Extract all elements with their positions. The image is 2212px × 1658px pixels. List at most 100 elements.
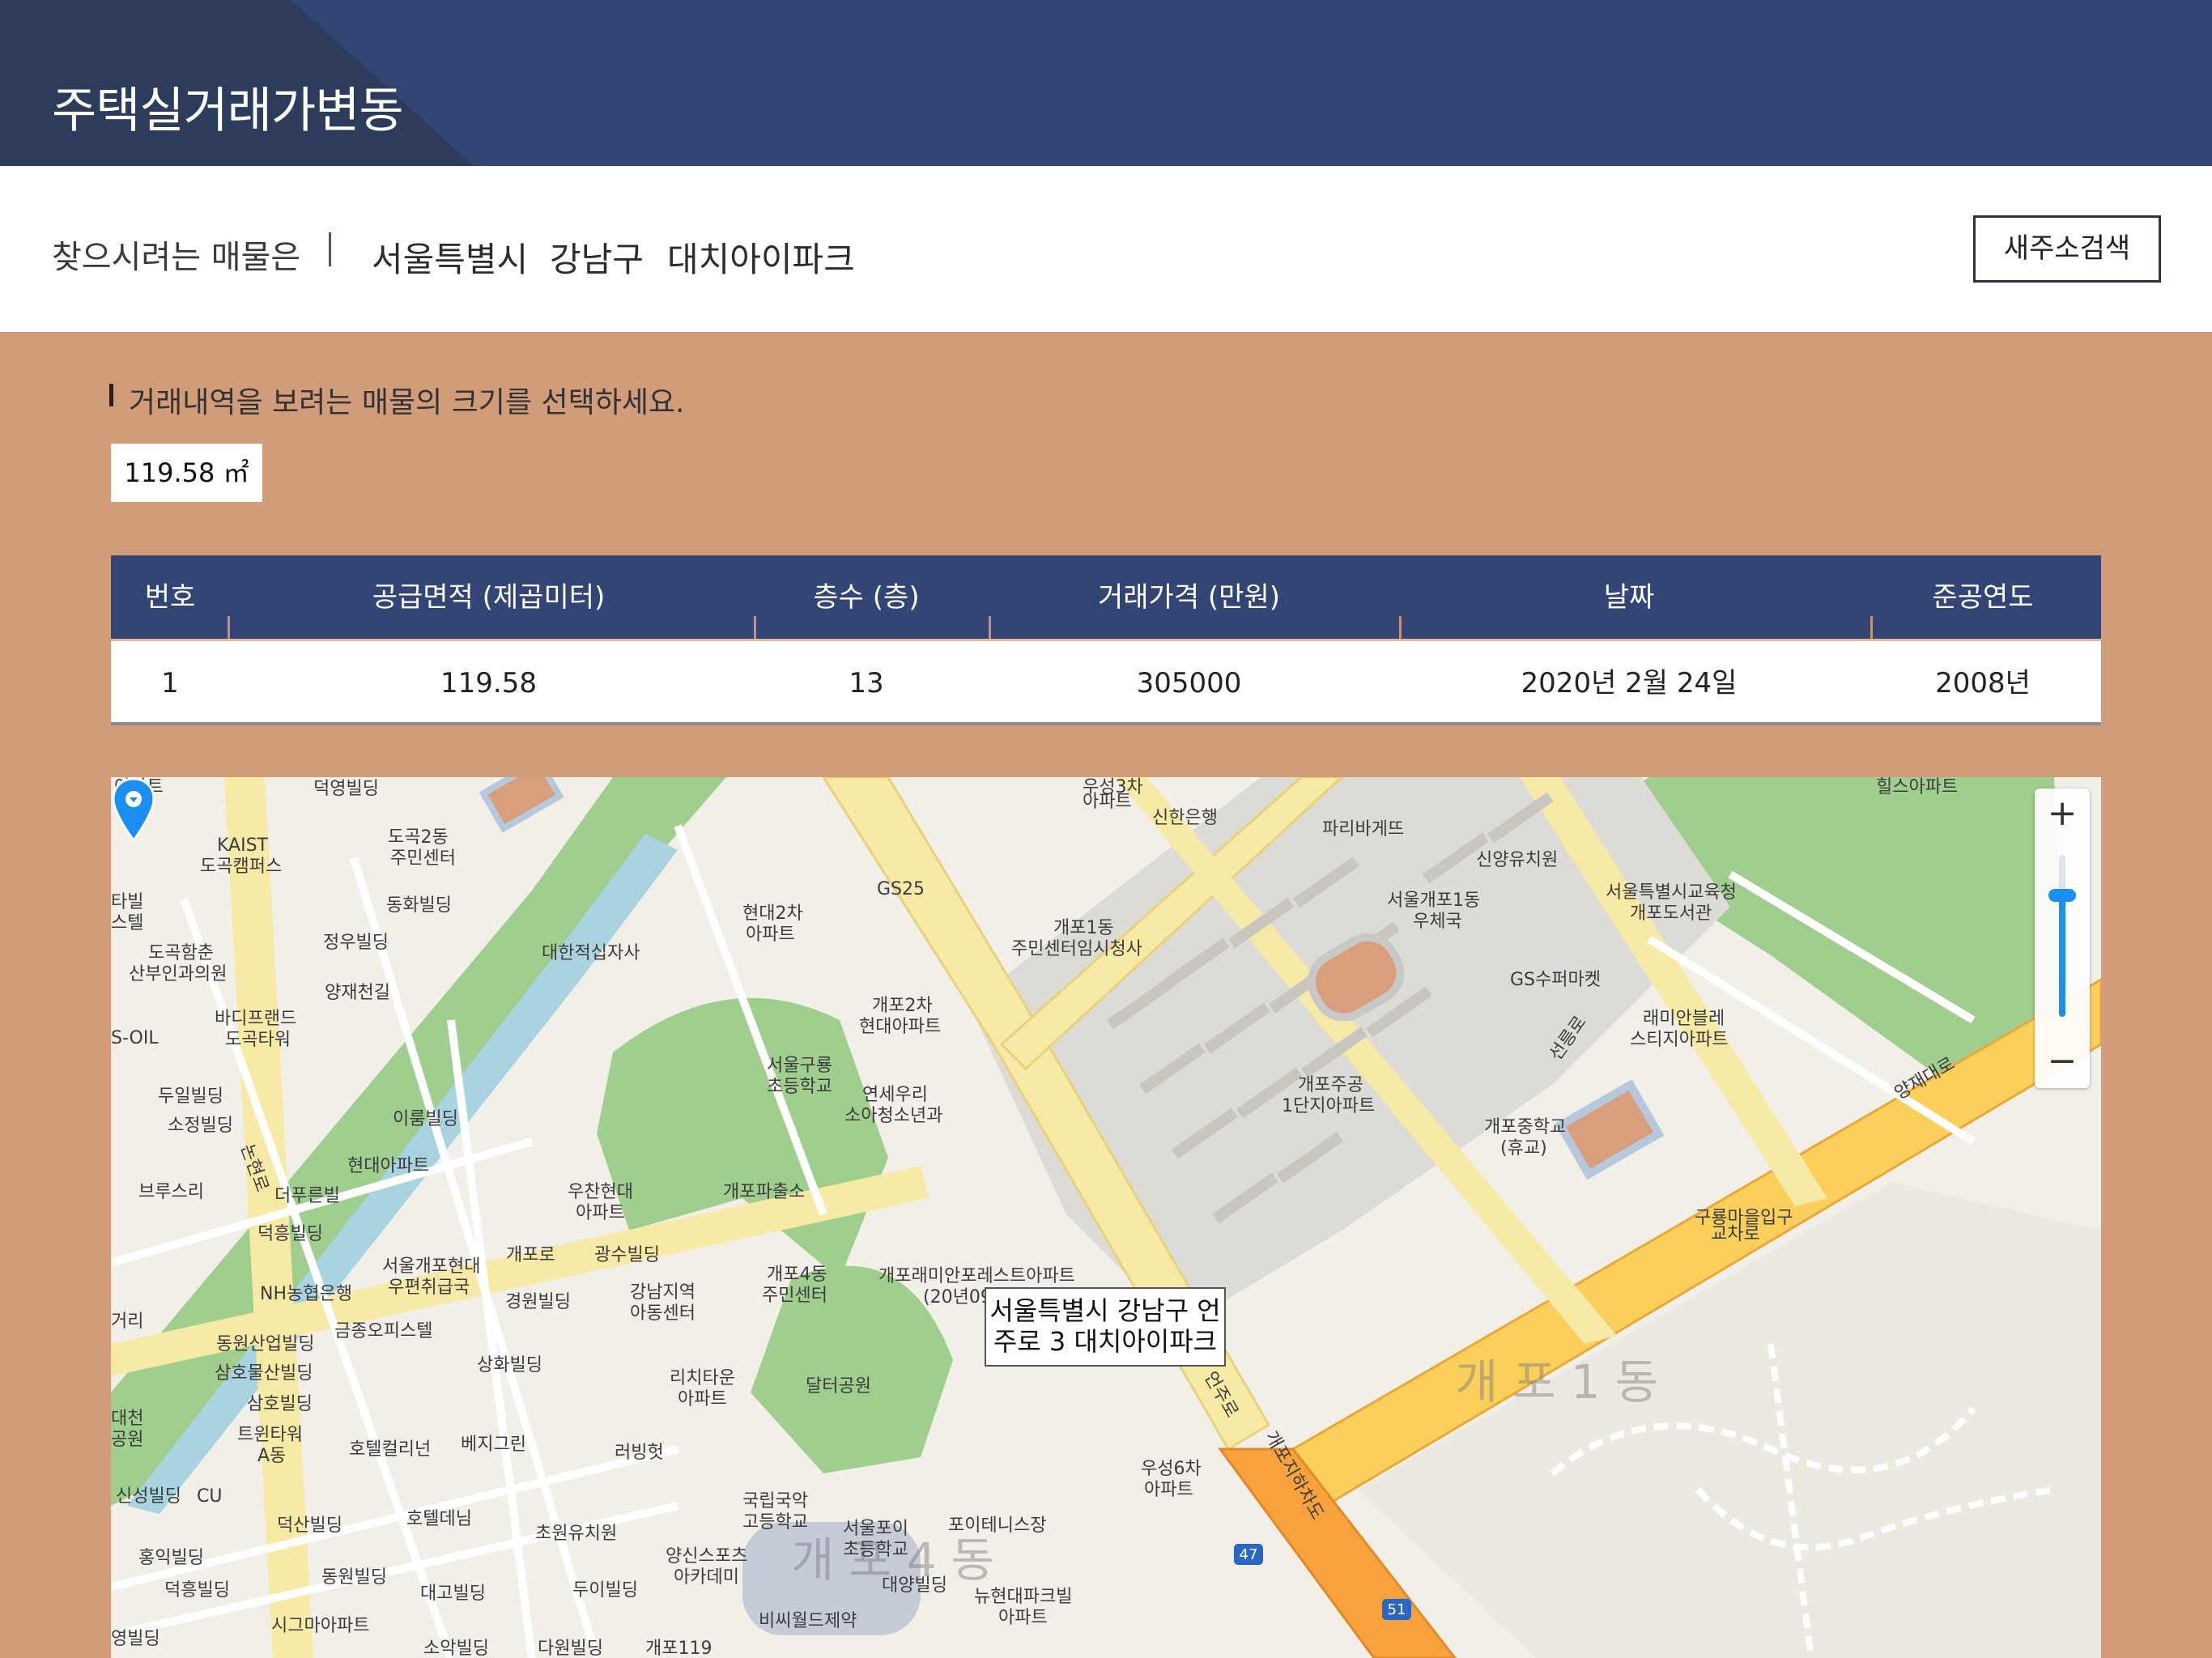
map-place-label: 대한적십자사 xyxy=(542,943,640,963)
zoom-in-button[interactable]: + xyxy=(2035,789,2090,840)
map-place-label: 리치타운 xyxy=(670,1368,735,1388)
map-place-label: 동원산업빌딩 xyxy=(216,1334,315,1354)
cell-area: 119.58 xyxy=(440,667,537,699)
map-place-label: 뉴현대파크빌 xyxy=(974,1587,1073,1607)
transactions-table: 번호 공급면적 (제곱미터) 층수 (층) 거래가격 (만원) 날짜 준공연도 … xyxy=(111,555,2101,725)
map-place-label: 시그마아파트 xyxy=(271,1616,370,1636)
map-place-label: 개포2차 xyxy=(872,996,933,1016)
map-place-label: 우편취급국 xyxy=(388,1278,470,1298)
map-place-label: 베지그린 xyxy=(461,1435,526,1455)
cell-date: 2020년 2월 24일 xyxy=(1521,667,1738,699)
location-pin-icon[interactable] xyxy=(111,777,156,842)
map-place-label: 대고빌딩 xyxy=(420,1584,486,1604)
table-header: 번호 공급면적 (제곱미터) 층수 (층) 거래가격 (만원) 날짜 준공연도 xyxy=(111,555,2101,641)
map-place-label: 트윈타워 xyxy=(237,1425,303,1445)
map-place-label: 산부인과의원 xyxy=(129,964,228,984)
map-place-label: 개포주공 xyxy=(1298,1075,1363,1095)
map-place-label: 서울개포현대 xyxy=(382,1256,481,1277)
map-place-label: 국립국악 xyxy=(742,1491,808,1511)
map-place-label: 삼호빌딩 xyxy=(247,1394,313,1414)
map-place-label: 개포래미안포레스트아파트 xyxy=(878,1266,1075,1286)
map-place-label: 경원빌딩 xyxy=(505,1292,571,1312)
map-place-label: 서울포이 xyxy=(843,1519,908,1539)
map-place-label: 아파트 xyxy=(1083,792,1132,812)
map-place-label: 초등학교 xyxy=(843,1540,908,1560)
column-header-floor: 층수 (층) xyxy=(813,581,920,614)
column-header-built-year: 준공연도 xyxy=(1932,581,2034,614)
map-place-label: S-OIL xyxy=(111,1028,159,1048)
cell-price: 305000 xyxy=(1136,667,1242,699)
map-place-label: 현대2차 xyxy=(742,903,803,924)
map-place-label: 스티지아파트 xyxy=(1630,1030,1729,1050)
size-instruction: 거래내역을 보려는 매물의 크기를 선택하세요. xyxy=(109,379,685,421)
map-place-label: 고등학교 xyxy=(742,1512,808,1533)
map-place-label: 양재천길 xyxy=(325,983,390,1003)
map-place-label: 포이테니스장 xyxy=(948,1516,1047,1536)
map-place-label: 공원 xyxy=(111,1430,144,1450)
map-place-label: (20년09 xyxy=(923,1287,992,1307)
map-place-label: 아파트 xyxy=(746,925,795,945)
map-place-label: 강남지역 xyxy=(630,1282,696,1303)
map-place-label: 주민센터임시청사 xyxy=(1011,939,1142,959)
zoom-slider-handle[interactable] xyxy=(2048,889,2076,902)
map-place-label: 도곡2동 xyxy=(388,827,449,848)
map-place-label: 개포119 xyxy=(645,1639,713,1658)
map-info-window: 서울특별시 강남구 언 주로 3 대치아이파크 xyxy=(985,1287,1226,1367)
cell-number: 1 xyxy=(161,667,179,699)
map-place-label: 연세우리 xyxy=(862,1085,928,1105)
size-option-button[interactable]: 119.58 ㎡ xyxy=(111,444,262,502)
map-place-label: 삼호물산빌딩 xyxy=(215,1363,313,1384)
map-place-label: 개포1동 xyxy=(1053,918,1114,938)
map-place-label: CU xyxy=(197,1486,223,1507)
map-place-label: 덕흥빌딩 xyxy=(164,1580,230,1601)
map-place-label: 양신스포츠 xyxy=(666,1546,748,1567)
map-place-label: 이룸빌딩 xyxy=(393,1109,458,1129)
column-divider xyxy=(989,616,991,639)
zoom-control: + − xyxy=(2035,789,2090,1088)
map-place-label: 광수빌딩 xyxy=(594,1245,660,1265)
search-district: 강남구 xyxy=(550,240,644,279)
map-place-label: 신한은행 xyxy=(1152,808,1218,828)
new-address-search-button[interactable]: 새주소검색 xyxy=(1973,215,2161,283)
map-place-label: 대양빌딩 xyxy=(882,1575,947,1596)
map-place-label: (휴교) xyxy=(1500,1138,1547,1158)
map-place-label: 호텔컬리넌 xyxy=(349,1439,432,1460)
district-label: 개포1동 xyxy=(1455,1354,1673,1409)
column-header-price: 거래가격 (만원) xyxy=(1097,581,1281,614)
map-place-label: 도곡캠퍼스 xyxy=(200,857,283,877)
map-place-label: 스텔 xyxy=(111,913,144,933)
map-place-label: 초원유치원 xyxy=(535,1524,618,1544)
map-place-label: 두일빌딩 xyxy=(158,1086,223,1107)
map-place-label: 타빌 xyxy=(111,892,144,912)
map-place-label: 동원빌딩 xyxy=(321,1567,387,1588)
map-place-label: 거리 xyxy=(111,1312,144,1332)
map-place-label: 러빙헛 xyxy=(615,1443,664,1463)
search-city: 서울특별시 xyxy=(372,240,529,279)
zoom-out-button[interactable]: − xyxy=(2035,1036,2090,1088)
cell-floor: 13 xyxy=(849,667,884,699)
map-place-label: NH농협은행 xyxy=(260,1284,352,1304)
map-place-label: 우체국 xyxy=(1413,912,1462,932)
search-summary-bar: 찾으시려는 매물은 서울특별시 강남구 대치아이파크 새주소검색 xyxy=(0,166,2212,332)
route-badge-label: 47 xyxy=(1240,1546,1258,1563)
map-place-label: GS수퍼마켓 xyxy=(1510,970,1601,990)
map-place-label: 동화빌딩 xyxy=(386,895,452,916)
map-place-label: 홍익빌딩 xyxy=(138,1548,204,1568)
info-window-line: 주로 3 대치아이파크 xyxy=(993,1326,1218,1357)
search-complex: 대치아이파크 xyxy=(667,240,855,279)
map-place-label: 아파트 xyxy=(1144,1480,1193,1500)
map-place-label: 개포4동 xyxy=(767,1265,827,1285)
location-map[interactable]: 47 51 개포1동 개포4동 아파트 덕영빌딩 도곡2동 주민센터 KAIST… xyxy=(111,777,2101,1658)
page-title: 주택실거래가변동 xyxy=(52,83,404,139)
map-place-label: A동 xyxy=(257,1446,287,1466)
map-place-label: 개포로 xyxy=(506,1245,555,1265)
map-place-label: 신양유치원 xyxy=(1476,850,1559,870)
map-place-label: 1단지아파트 xyxy=(1282,1096,1376,1116)
map-place-label: 신성빌딩 xyxy=(116,1486,181,1507)
map-place-label: 교차로 xyxy=(1711,1224,1760,1244)
map-place-label: 아카데미 xyxy=(674,1567,739,1588)
map-place-label: 아파트 xyxy=(576,1203,625,1223)
map-place-label: 현대아파트 xyxy=(347,1156,430,1176)
column-divider xyxy=(228,616,230,639)
column-divider xyxy=(1399,616,1402,639)
